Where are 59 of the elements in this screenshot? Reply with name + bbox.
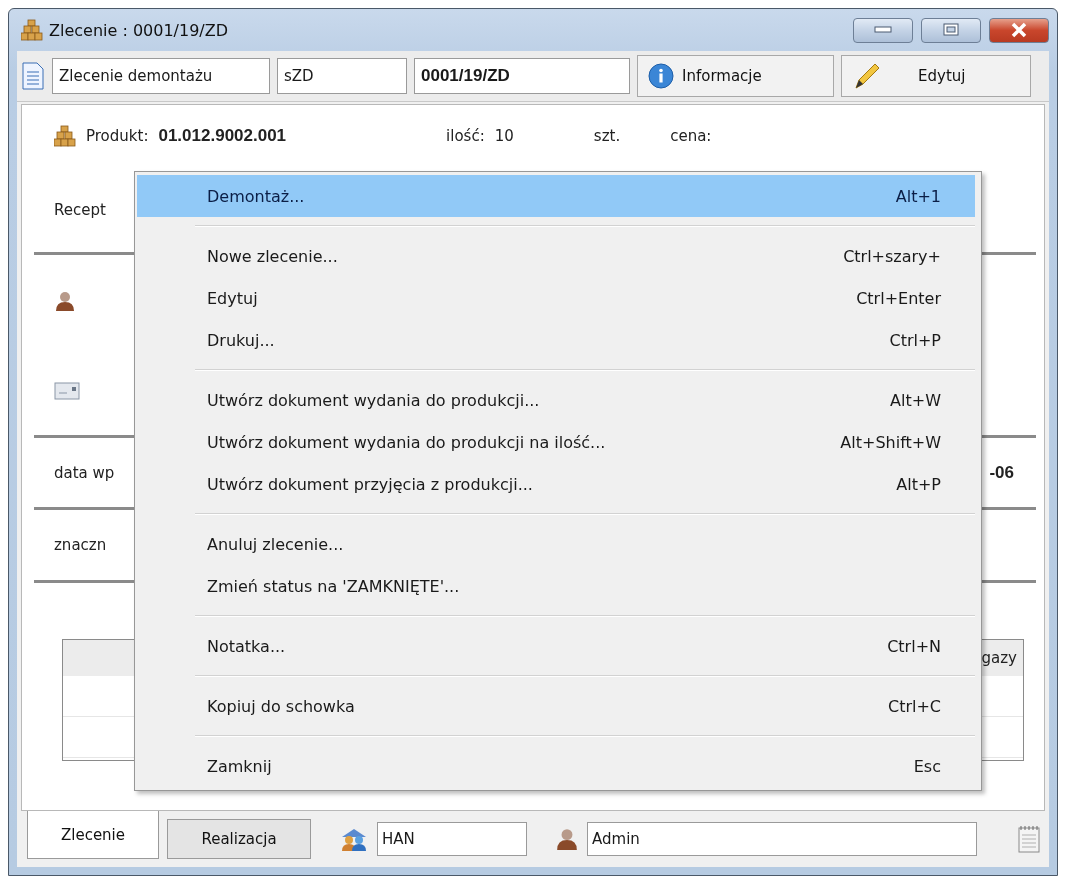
user-field[interactable]: Admin (587, 822, 977, 856)
people-icon (339, 827, 369, 851)
minimize-icon (874, 26, 892, 34)
menu-item[interactable]: Kopiuj do schowka Ctrl+C (137, 685, 975, 727)
shortcut-label: Alt+P (896, 474, 941, 494)
menu-item[interactable]: Utwórz dokument wydania do produkcji na ilość... Alt+Shift+W (137, 421, 975, 463)
menu-item[interactable]: Zmień status na 'ZAMKNIĘTE'... (137, 565, 975, 607)
quantity-value: 10 (494, 127, 514, 145)
number-field[interactable]: 0001/19/ZD (414, 58, 630, 94)
card-icon (54, 382, 80, 400)
boxes-icon (21, 19, 43, 41)
maximize-button[interactable] (921, 17, 981, 43)
shortcut-label: Ctrl+P (889, 330, 941, 350)
person-icon (54, 290, 76, 312)
field-label: cena: (670, 127, 712, 145)
info-icon (648, 63, 674, 89)
menu-item[interactable]: Edytuj Ctrl+Enter (137, 277, 975, 319)
document-type-field[interactable]: Zlecenie demontażu (52, 58, 270, 94)
menu-item[interactable]: Notatka... Ctrl+N (137, 625, 975, 667)
boxes-icon (54, 125, 76, 147)
close-button[interactable] (989, 17, 1049, 43)
person-icon (555, 827, 579, 851)
menu-item[interactable]: Anuluj zlecenie... (137, 523, 975, 565)
series-field[interactable]: sZD (277, 58, 407, 94)
menu-item[interactable]: Drukuj... Ctrl+P (137, 319, 975, 361)
group-field[interactable]: HAN (377, 822, 527, 856)
notepad-icon[interactable] (1017, 825, 1041, 853)
maximize-icon (943, 23, 959, 37)
minimize-button[interactable] (853, 17, 913, 43)
column-header: gazy (981, 649, 1017, 667)
shortcut-label: Ctrl+C (887, 696, 941, 716)
info-button[interactable]: Informacje (637, 55, 834, 97)
shortcut-label: Ctrl+szary+ (843, 246, 941, 266)
field-label: data wp (54, 463, 115, 482)
menu-item[interactable]: Zamknij Esc (137, 745, 975, 787)
close-icon (1010, 22, 1028, 38)
edit-button[interactable]: Edytuj (841, 55, 1031, 97)
pencil-icon (852, 61, 882, 91)
window-title: Zlecenie : 0001/19/ZD (49, 20, 230, 40)
shortcut-label: Alt+Shift+W (840, 432, 941, 452)
tab[interactable]: Zlecenie (27, 811, 159, 859)
menu-item[interactable]: Demontaż... Alt+1 (137, 175, 975, 217)
field-label: ilość: (446, 127, 485, 145)
product-code: 01.012.9002.001 (158, 126, 287, 146)
document-icon (21, 62, 45, 90)
field-label: Recept (54, 200, 106, 219)
menu-item[interactable]: Nowe zlecenie... Ctrl+szary+ (137, 235, 975, 277)
shortcut-label: Ctrl+N (887, 636, 941, 656)
menu-item[interactable]: Utwórz dokument wydania do produkcji... Alt+W (137, 379, 975, 421)
shortcut-label: Ctrl+Enter (856, 288, 941, 308)
tab[interactable]: Realizacja (167, 819, 311, 859)
shortcut-label: Alt+1 (895, 186, 941, 206)
unit-label: szt. (593, 127, 621, 145)
shortcut-label: Esc (913, 756, 941, 776)
field-label: Produkt: (86, 127, 149, 145)
shortcut-label: Alt+W (890, 390, 941, 410)
field-label: znaczn (54, 536, 107, 554)
menu-item[interactable]: Utwórz dokument przyjęcia z produkcji... Alt+P (137, 463, 975, 505)
date-value: -06 (989, 462, 1014, 483)
